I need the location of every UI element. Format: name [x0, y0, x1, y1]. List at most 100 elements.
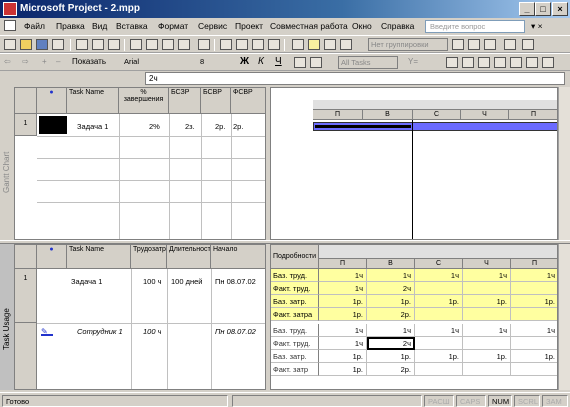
menu-tools[interactable]: Сервис	[198, 21, 227, 31]
row-id[interactable]: 1	[15, 269, 37, 323]
col-duration[interactable]: Длительность	[167, 245, 211, 269]
assign-resources-icon[interactable]	[324, 39, 336, 50]
font-size-combo[interactable]: 8	[198, 56, 220, 69]
col-task-name[interactable]: Task Name	[67, 88, 119, 114]
open-icon[interactable]	[20, 39, 32, 50]
duration-cell[interactable]: 100 дней	[171, 277, 202, 286]
font-combo[interactable]: Arial	[122, 56, 194, 69]
notes-icon[interactable]	[308, 39, 320, 50]
detail-value-cell[interactable]	[415, 337, 463, 350]
detail-value-cell[interactable]: 1ч	[367, 324, 415, 337]
view-icon-4[interactable]	[494, 57, 506, 68]
detail-value-cell[interactable]: 1р.	[319, 350, 367, 363]
maximize-button[interactable]: □	[535, 2, 551, 16]
bszr-cell[interactable]: 2з.	[185, 122, 195, 131]
detail-value-cell[interactable]	[463, 363, 511, 376]
menu-format[interactable]: Формат	[158, 21, 188, 31]
detail-value-cell[interactable]: 1р.	[463, 350, 511, 363]
plus-icon[interactable]: +	[42, 57, 47, 66]
help-icon[interactable]	[522, 39, 534, 50]
detail-value-cell[interactable]: 1ч	[511, 269, 557, 282]
detail-value-cell[interactable]: 1р.	[463, 295, 511, 308]
col-fsvr[interactable]: ФСВР	[231, 88, 265, 114]
detail-value-cell[interactable]: 1р.	[511, 350, 557, 363]
detail-value-cell[interactable]	[511, 363, 557, 376]
gantt-vscrollbar[interactable]	[558, 87, 570, 240]
detail-value-cell[interactable]: 1ч	[367, 269, 415, 282]
menu-collaborate[interactable]: Совместная работа	[270, 21, 348, 31]
arrow-left-icon[interactable]: ⇦	[4, 57, 11, 66]
usage-vscrollbar[interactable]	[558, 244, 570, 390]
resource-name-cell[interactable]: Сотрудник 1	[77, 327, 123, 336]
detail-value-cell[interactable]	[511, 308, 557, 321]
show-dropdown[interactable]: Показать	[72, 57, 106, 66]
detail-value-cell[interactable]: 1р.	[319, 308, 367, 321]
copy-picture-icon[interactable]	[504, 39, 516, 50]
copy-icon[interactable]	[146, 39, 158, 50]
detail-value-cell[interactable]: 1р.	[319, 363, 367, 376]
detail-value-cell[interactable]	[511, 337, 557, 350]
entry-field[interactable]: 2ч	[145, 72, 565, 85]
detail-value-cell[interactable]	[415, 363, 463, 376]
start-cell[interactable]: Пн 08.07.02	[215, 277, 256, 286]
menu-view[interactable]: Вид	[92, 21, 107, 31]
detail-value-cell[interactable]: 2ч	[367, 282, 415, 295]
format-painter-icon[interactable]	[178, 39, 190, 50]
detail-value-cell[interactable]: 1ч	[319, 269, 367, 282]
work-cell[interactable]: 100 ч	[143, 277, 162, 286]
detail-value-cell[interactable]: 2р.	[367, 308, 415, 321]
close-button[interactable]: ×	[552, 2, 568, 16]
view-icon-6[interactable]	[526, 57, 538, 68]
detail-value-cell[interactable]: 1ч	[319, 282, 367, 295]
col-bsvr[interactable]: БСВР	[201, 88, 231, 114]
detail-value-cell[interactable]	[415, 282, 463, 295]
detail-value-cell[interactable]: 1ч	[511, 324, 557, 337]
col-bszr[interactable]: БСЗР	[169, 88, 201, 114]
arrow-right-icon[interactable]: ⇨	[22, 57, 29, 66]
cut-icon[interactable]	[130, 39, 142, 50]
search-icon[interactable]	[52, 39, 64, 50]
autofilter-button[interactable]: Y=	[408, 57, 418, 66]
task-name-cell[interactable]: Задача 1	[71, 277, 102, 286]
detail-value-cell[interactable]: 1р.	[367, 350, 415, 363]
col-percent-complete[interactable]: % завершения	[119, 88, 169, 114]
menu-insert[interactable]: Вставка	[116, 21, 148, 31]
document-icon[interactable]	[4, 20, 16, 31]
italic-button[interactable]: К	[258, 56, 264, 67]
goto-task-icon[interactable]	[484, 39, 496, 50]
percent-cell[interactable]: 2%	[149, 122, 160, 131]
group-by-combo[interactable]: Нет группировки	[368, 38, 448, 51]
detail-value-cell[interactable]	[463, 308, 511, 321]
view-icon-2[interactable]	[462, 57, 474, 68]
underline-button[interactable]: Ч	[275, 56, 282, 67]
minimize-button[interactable]: _	[519, 2, 535, 16]
detail-value-cell[interactable]: 2р.	[367, 363, 415, 376]
link-tasks-icon[interactable]	[236, 39, 248, 50]
detail-value-cell[interactable]: 1ч	[415, 269, 463, 282]
detail-value-cell[interactable]: 1ч	[319, 337, 367, 350]
detail-value-cell[interactable]: 1ч	[463, 324, 511, 337]
detail-value-cell[interactable]: 1р.	[415, 350, 463, 363]
unlink-tasks-icon[interactable]	[252, 39, 264, 50]
fsvr-cell[interactable]: 2р.	[233, 122, 243, 131]
publish-icon[interactable]	[340, 39, 352, 50]
preview-icon[interactable]	[92, 39, 104, 50]
help-search-input[interactable]: Введите вопрос	[425, 20, 525, 33]
col-work[interactable]: Трудозатраты	[131, 245, 167, 269]
save-icon[interactable]	[36, 39, 48, 50]
filter-combo[interactable]: All Tasks	[338, 56, 398, 69]
detail-value-cell[interactable]: 1ч	[463, 269, 511, 282]
menu-project[interactable]: Проект	[235, 21, 263, 31]
menu-help[interactable]: Справка	[381, 21, 414, 31]
detail-value-cell[interactable]	[415, 308, 463, 321]
detail-value-cell[interactable]: 1ч	[319, 324, 367, 337]
minus-icon[interactable]: –	[56, 57, 60, 66]
detail-value-cell[interactable]	[511, 282, 557, 295]
view-icon-5[interactable]	[510, 57, 522, 68]
task-name-cell[interactable]: Задача 1	[77, 122, 108, 131]
split-task-icon[interactable]	[268, 39, 280, 50]
bold-button[interactable]: Ж	[240, 56, 249, 67]
align-left-icon[interactable]	[294, 57, 306, 68]
detail-value-cell[interactable]: 1р.	[511, 295, 557, 308]
detail-value-cell[interactable]	[463, 337, 511, 350]
